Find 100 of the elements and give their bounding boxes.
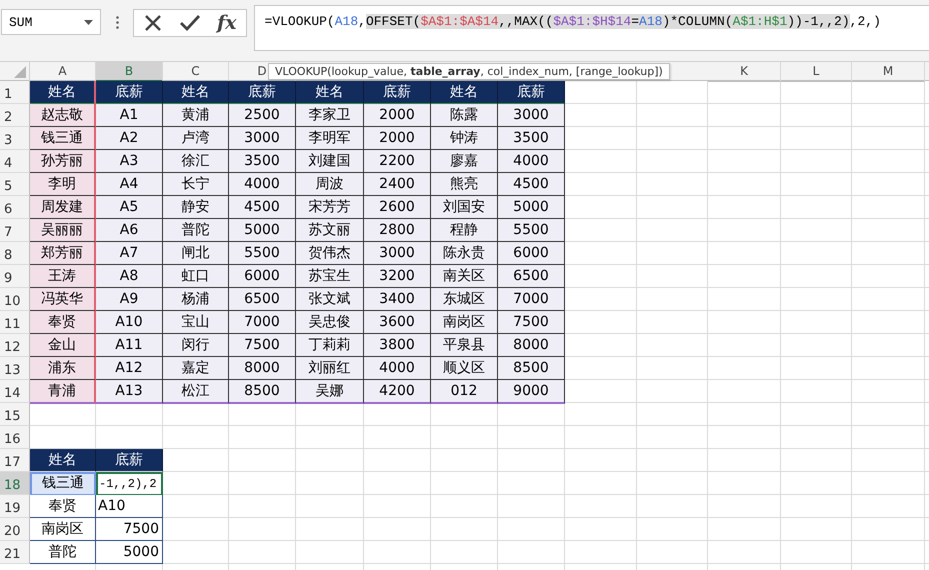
name-box[interactable]: SUM [1,9,101,35]
table-cell: 钱三通 [30,472,96,496]
row-header[interactable]: 20 [0,518,30,541]
table-cell: 平泉县 [431,334,498,357]
table-cell: 底薪 [498,81,565,105]
table-cell: 姓名 [163,81,229,105]
row-header[interactable]: 1 [0,81,30,104]
row-header[interactable]: 19 [0,495,30,518]
table-cell: 7000 [229,311,296,334]
table-cell: A12 [96,357,163,380]
row-header[interactable]: 17 [0,449,30,472]
column-header[interactable]: K [708,62,781,82]
table-cell: 刘国安 [431,196,498,219]
row-header[interactable]: 10 [0,288,30,311]
row-header[interactable]: 11 [0,311,30,334]
table-cell: A13 [96,380,163,404]
table-cell: A11 [96,334,163,357]
row-header[interactable]: 15 [0,403,30,426]
table-cell: 7000 [498,288,565,311]
table-cell: 4000 [364,357,431,380]
table-cell: 丁莉莉 [296,334,364,357]
table-cell: 3400 [364,288,431,311]
table-cell: 长宁 [163,173,229,196]
table-cell: 嘉定 [163,357,229,380]
table-cell: 郑芳丽 [30,242,96,265]
table-cell: 姓名 [431,81,498,105]
table-cell: A10 [96,311,163,334]
table-cell: 金山 [30,334,96,357]
column-header[interactable]: M [852,62,925,82]
table-cell: 卢湾 [163,127,229,150]
table-cell: 李明军 [296,127,364,150]
table-cell: A8 [96,265,163,288]
row-header[interactable]: 2 [0,104,30,127]
table-cell: A2 [96,127,163,150]
row-header[interactable]: 5 [0,173,30,196]
table-cell: 4500 [229,196,296,219]
table-cell: 廖嘉 [431,150,498,173]
table-cell: 2600 [364,196,431,219]
table-cell: 周发建 [30,196,96,219]
table-cell: 底薪 [229,81,296,105]
row-header[interactable]: 13 [0,357,30,380]
table-cell: 苏宝生 [296,265,364,288]
table-cell: 王涛 [30,265,96,288]
row-header[interactable]: 21 [0,541,30,564]
row-header[interactable]: 14 [0,380,30,403]
table-cell: 宝山 [163,311,229,334]
table-cell: 虹口 [163,265,229,288]
table-cell: 8500 [229,380,296,404]
table-cell: 南岗区 [30,518,96,541]
table-cell: A9 [96,288,163,311]
table-cell: 浦东 [30,357,96,380]
table-cell: 8000 [229,357,296,380]
table-cell: A10 [96,495,163,518]
table-cell: 5000 [498,196,565,219]
table-cell: 3000 [498,104,565,127]
row-header[interactable]: 9 [0,265,30,288]
row-header[interactable]: 7 [0,219,30,242]
table-cell: 3800 [364,334,431,357]
row-header[interactable]: 4 [0,150,30,173]
table-cell: 底薪 [96,81,163,105]
table-cell: 普陀 [30,541,96,564]
table-cell: 吴忠俊 [296,311,364,334]
table-cell: 8500 [498,357,565,380]
table-cell: 8000 [498,334,565,357]
table-cell: 4500 [498,173,565,196]
row-header[interactable]: 6 [0,196,30,219]
table-cell: 2200 [364,150,431,173]
table-cell: 宋芳芳 [296,196,364,219]
table-cell: A7 [96,242,163,265]
row-header[interactable]: 8 [0,242,30,265]
table-cell: 姓名 [30,81,96,105]
row-header[interactable]: 16 [0,426,30,449]
column-header[interactable]: L [781,62,852,82]
table-cell: 底薪 [364,81,431,105]
table-cell: A5 [96,196,163,219]
table-cell: -1,,2),2 [96,472,163,496]
table-cell: 周波 [296,173,364,196]
table-cell: 3200 [364,265,431,288]
table-cell: 6500 [229,288,296,311]
row-header[interactable]: 18 [0,472,30,495]
table-cell: 顺义区 [431,357,498,380]
table-cell: 赵志敬 [30,104,96,127]
table-cell: 2500 [229,104,296,127]
table-cell: 7500 [498,311,565,334]
table-cell: A1 [96,104,163,127]
table-cell: 苏文丽 [296,219,364,242]
table-cell: 4200 [364,380,431,404]
column-header[interactable]: B [96,62,163,82]
table-cell: 5000 [96,541,163,564]
table-cell: 姓名 [30,449,96,472]
table-cell: 杨浦 [163,288,229,311]
row-header[interactable]: 12 [0,334,30,357]
table-cell: 刘丽红 [296,357,364,380]
formula-field[interactable]: =VLOOKUP(A18,OFFSET($A$1:$A$14,,MAX(($A$1:$H$14=A18)*COLUMN(A$1:H$1))-1,,2),2,) [254,5,929,51]
table-cell: 陈露 [431,104,498,127]
table-cell: 熊亮 [431,173,498,196]
table-cell: 7500 [96,518,163,541]
caret-icon [84,20,93,24]
row-header[interactable]: 3 [0,127,30,150]
table-cell: 闵行 [163,334,229,357]
